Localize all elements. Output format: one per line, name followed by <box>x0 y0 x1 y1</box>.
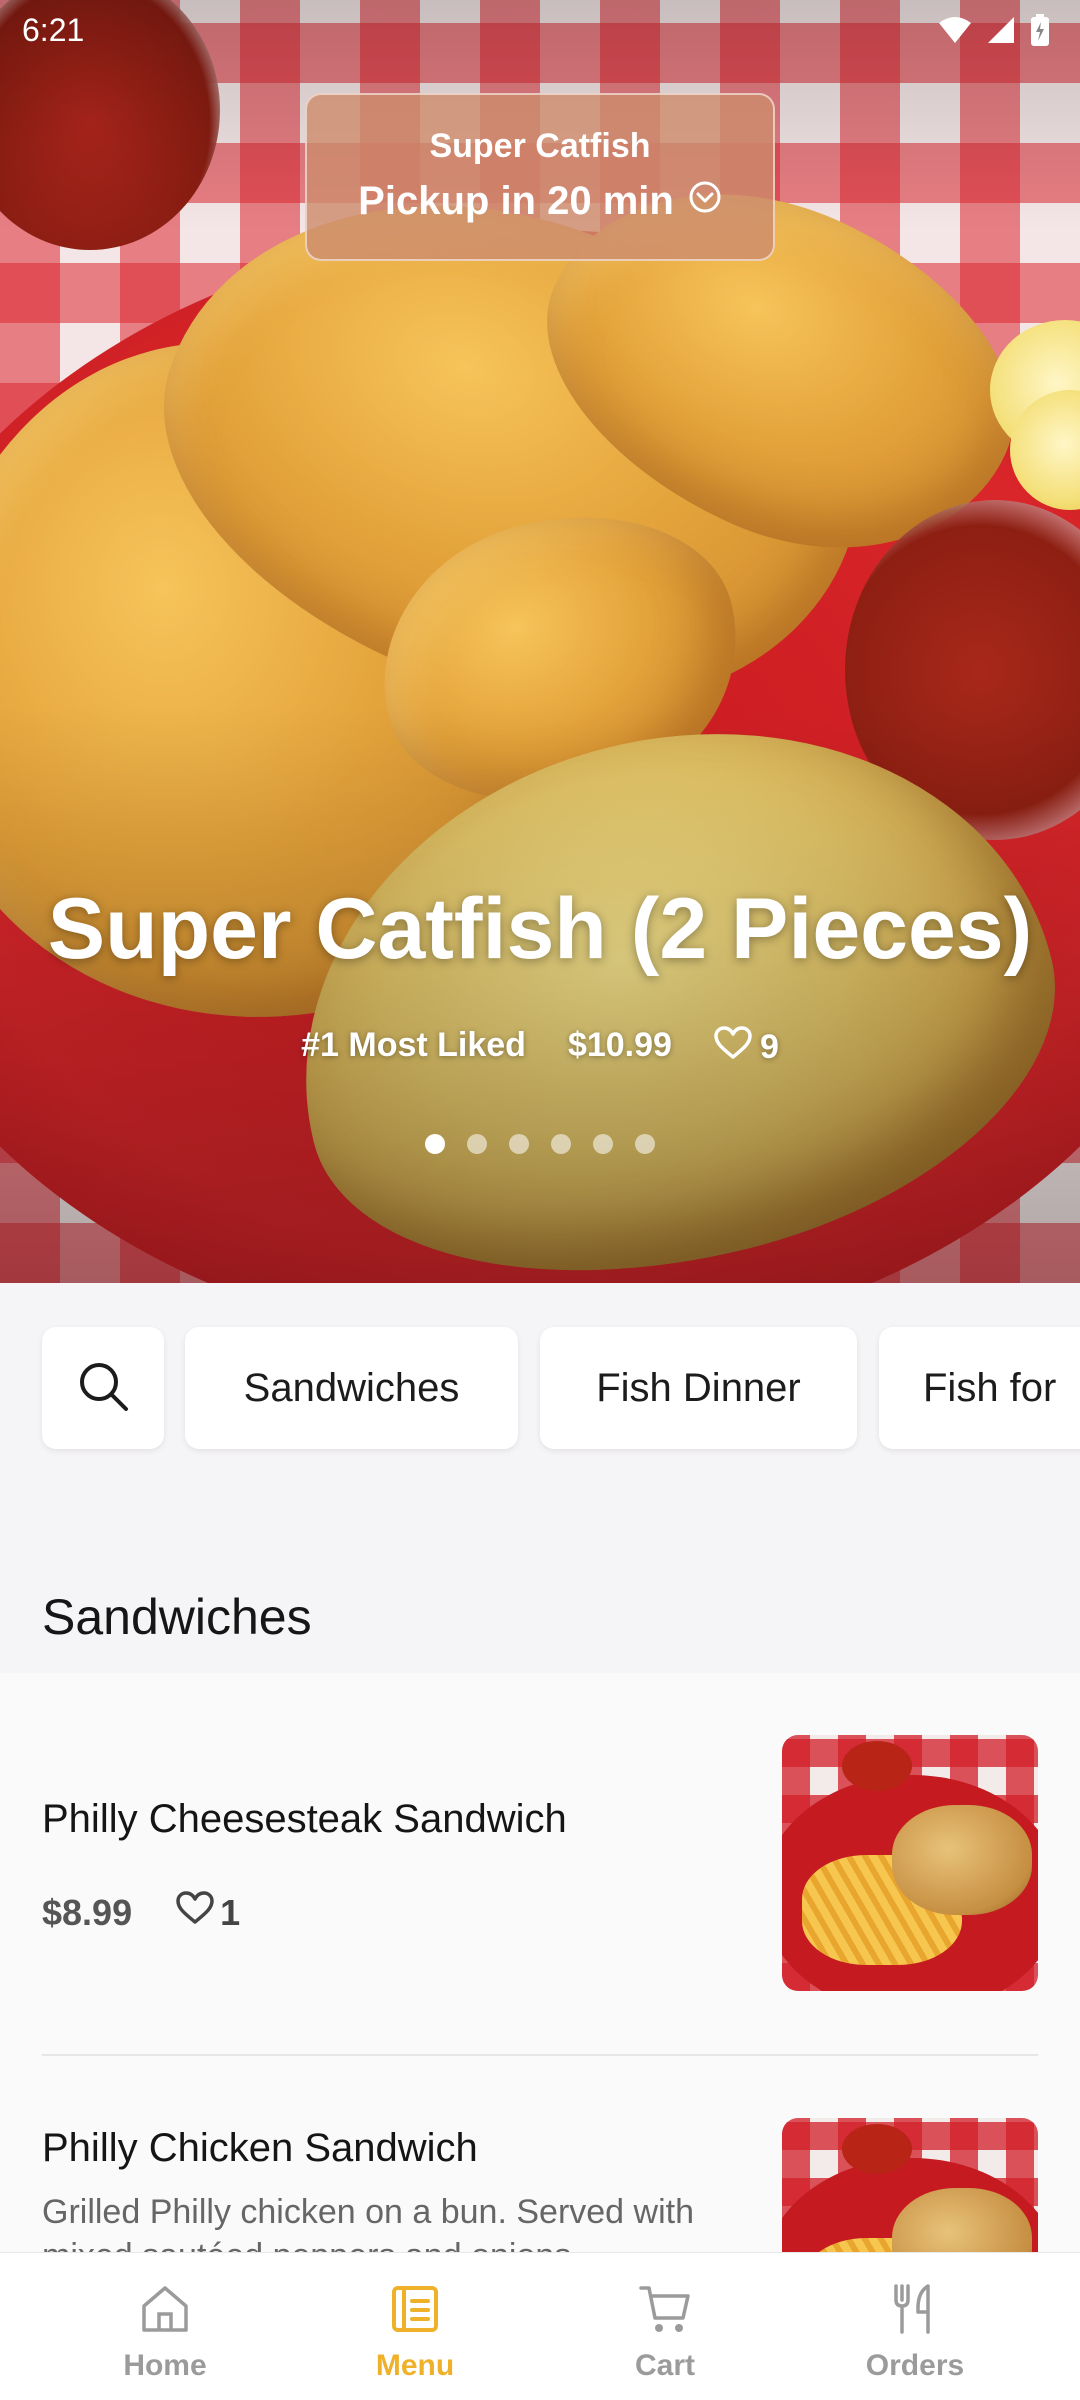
nav-cart[interactable]: Cart <box>540 2253 790 2400</box>
hero-banner[interactable]: 6:21 Super Catfish Pickup in 20 min Supe… <box>0 0 1080 1283</box>
menu-item-philly-chicken[interactable]: Philly Chicken Sandwich Grilled Philly c… <box>0 2056 1080 2252</box>
nav-label: Cart <box>634 2349 695 2382</box>
status-icons <box>938 14 1050 51</box>
hero-meta: #1 Most Liked $10.99 9 <box>0 1026 1080 1069</box>
item-name: Philly Chicken Sandwich <box>42 2126 478 2170</box>
nav-menu[interactable]: Menu <box>290 2253 540 2400</box>
nav-label: Home <box>123 2349 207 2382</box>
category-chip-sandwiches[interactable]: Sandwiches <box>185 1327 518 1449</box>
hero-likes-count: 9 <box>759 1028 779 1066</box>
nav-orders[interactable]: Orders <box>790 2253 1040 2400</box>
item-likes: 1 <box>176 1891 240 1934</box>
wifi-icon <box>938 15 972 50</box>
menu-item-philly-cheesesteak[interactable]: Philly Cheesesteak Sandwich $8.99 1 <box>0 1673 1080 2054</box>
item-name: Philly Cheesesteak Sandwich <box>42 1797 567 1841</box>
category-chip-fish-for[interactable]: Fish for <box>879 1327 1080 1449</box>
heart-icon <box>176 1891 214 1934</box>
hero-likes: 9 <box>714 1026 779 1069</box>
item-likes-count: 1 <box>220 1891 241 1933</box>
pickup-time-label: Pickup in 20 min <box>358 179 674 223</box>
status-time: 6:21 <box>22 12 85 48</box>
app-root: 6:21 Super Catfish Pickup in 20 min Supe… <box>0 0 1080 2400</box>
item-image <box>782 2118 1038 2252</box>
carousel-dot[interactable] <box>425 1134 445 1154</box>
pickup-selector[interactable]: Super Catfish Pickup in 20 min <box>305 93 775 261</box>
nav-label: Menu <box>375 2349 455 2382</box>
carousel-dots <box>0 1134 1080 1154</box>
carousel-dot[interactable] <box>509 1134 529 1154</box>
chevron-down-icon <box>688 179 722 224</box>
carousel-dot[interactable] <box>467 1134 487 1154</box>
signal-icon <box>986 15 1016 50</box>
item-description: Grilled Philly chicken on a bun. Served … <box>42 2193 694 2252</box>
home-icon <box>138 2281 192 2337</box>
nav-home[interactable]: Home <box>40 2253 290 2400</box>
carousel-dot[interactable] <box>635 1134 655 1154</box>
category-bar: Sandwiches Fish Dinner Fish for <box>0 1283 1080 1473</box>
carousel-dot[interactable] <box>551 1134 571 1154</box>
item-image <box>782 1735 1038 1991</box>
carousel-dot[interactable] <box>593 1134 613 1154</box>
search-icon <box>75 1358 131 1419</box>
pickup-time: Pickup in 20 min <box>307 179 773 224</box>
cart-icon <box>638 2281 692 2337</box>
item-price: $8.99 <box>42 1891 133 1933</box>
hero-title: Super Catfish (2 Pieces) <box>47 881 1033 977</box>
status-bar: 6:21 <box>0 0 1080 64</box>
bottom-nav: Home Menu Cart Orders <box>0 2252 1080 2400</box>
heart-icon <box>714 1026 752 1069</box>
pickup-restaurant-name: Super Catfish <box>429 127 651 165</box>
section-title: Sandwiches <box>42 1589 312 1645</box>
orders-icon <box>888 2281 942 2337</box>
menu-icon <box>390 2281 440 2337</box>
hero-price: $10.99 <box>567 1026 672 1064</box>
hero-rank: #1 Most Liked <box>301 1026 526 1064</box>
item-meta: $8.99 1 <box>42 1891 240 1934</box>
nav-label: Orders <box>865 2349 965 2382</box>
category-chip-fish-dinner[interactable]: Fish Dinner <box>540 1327 857 1449</box>
search-button[interactable] <box>42 1327 164 1449</box>
battery-icon <box>1030 14 1050 51</box>
